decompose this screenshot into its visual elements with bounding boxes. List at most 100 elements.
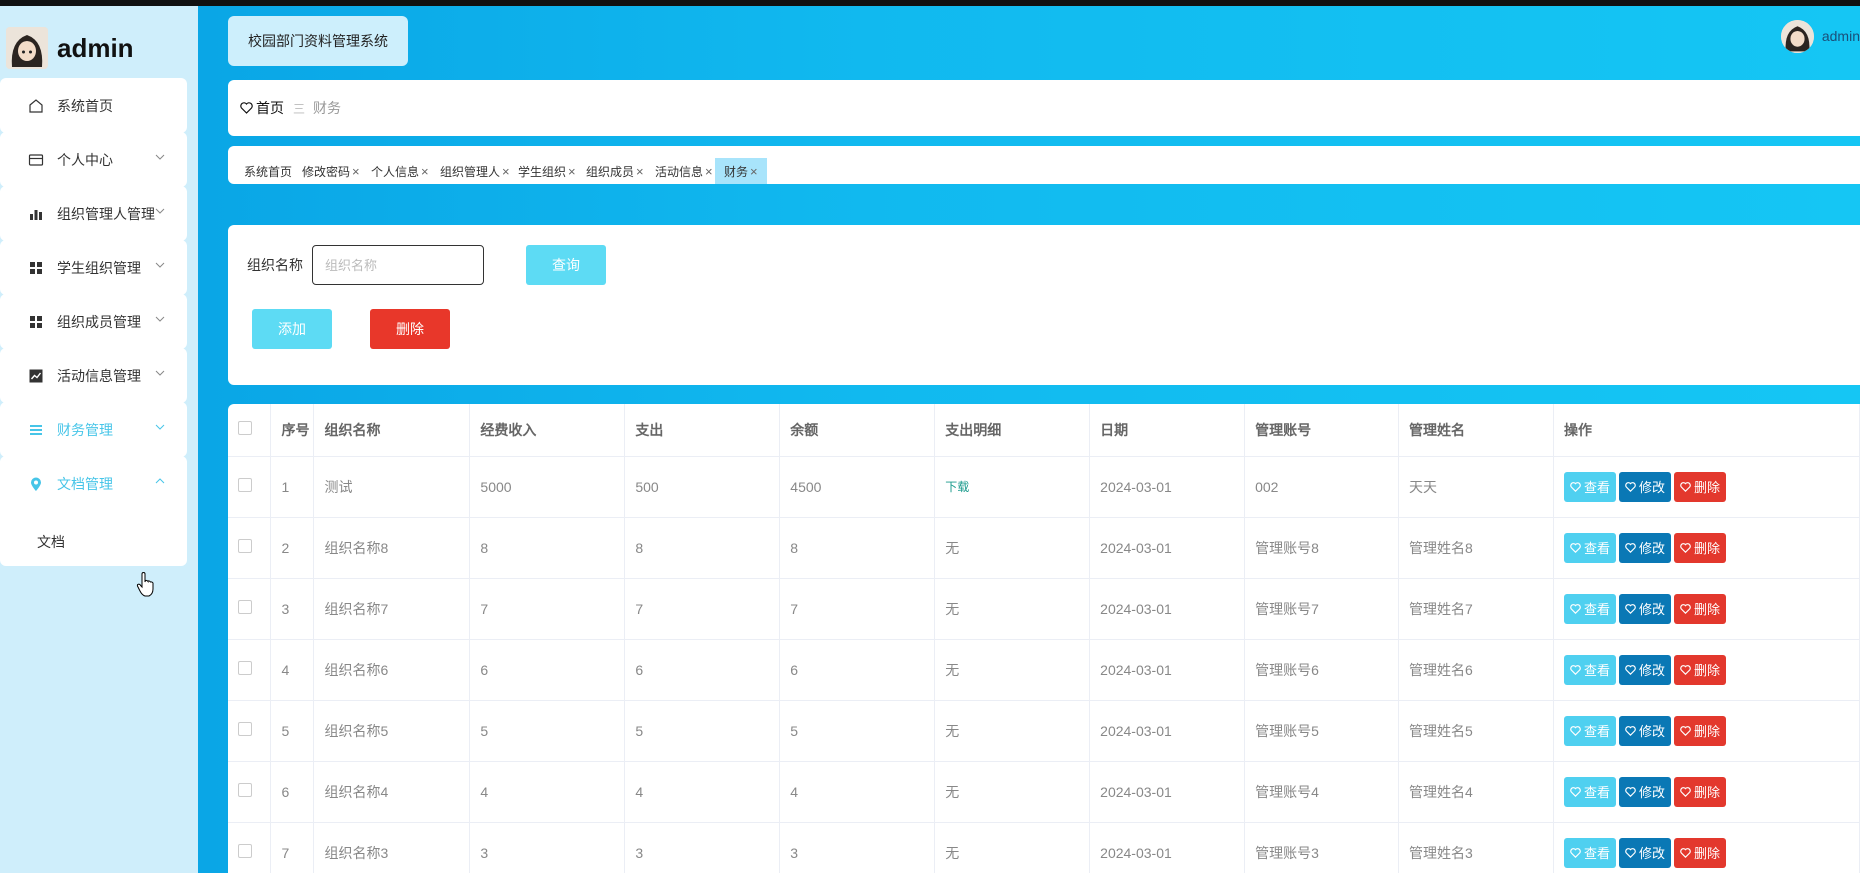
view-button[interactable]: 查看 (1563, 776, 1616, 807)
view-button[interactable]: 查看 (1563, 471, 1616, 502)
row-delete-button[interactable]: 删除 (1674, 471, 1727, 502)
sidebar-item-finance[interactable]: 财务管理 (0, 402, 187, 457)
table-row[interactable]: 5 组织名称5 5 5 5 无 2024-03-01 管理账号5 管理姓名5 查看 修改 删除 (228, 700, 1860, 762)
view-button[interactable]: 查看 (1563, 593, 1616, 624)
table-row[interactable]: 4 组织名称6 6 6 6 无 2024-03-01 管理账号6 管理姓名6 查看 修改 删除 (228, 639, 1860, 701)
search-panel: 组织名称 查询 添加 删除 (228, 225, 1860, 385)
row-delete-button[interactable]: 删除 (1674, 837, 1727, 868)
tab-activity-info[interactable]: 活动信息 × (655, 158, 713, 184)
row-checkbox[interactable] (238, 478, 252, 492)
sidebar-item-org-members[interactable]: 组织成员管理 (0, 294, 187, 349)
row-checkbox[interactable] (238, 722, 252, 736)
delete-label: 删除 (1694, 480, 1721, 495)
submenu-item-documents[interactable]: 文档 (37, 532, 65, 552)
row-delete-button[interactable]: 删除 (1674, 776, 1727, 807)
sidebar-group-documents: 文档管理 文档 (0, 456, 187, 566)
tab-personal-info[interactable]: 个人信息 × (371, 158, 429, 184)
close-icon[interactable]: × (636, 164, 644, 179)
edit-button[interactable]: 修改 (1619, 654, 1672, 685)
edit-button[interactable]: 修改 (1619, 532, 1672, 563)
tab-change-password[interactable]: 修改密码 × (302, 158, 360, 184)
row-select-cell[interactable] (228, 761, 272, 823)
table-row[interactable]: 1 测试 5000 500 4500 下载 2024-03-01 002 天天 查看 修改 删除 (228, 456, 1860, 518)
edit-label: 修改 (1639, 846, 1666, 861)
column-header: 管理姓名 (1398, 404, 1554, 457)
row-select-cell[interactable] (228, 700, 272, 762)
view-label: 查看 (1583, 480, 1610, 495)
column-header: 余额 (779, 404, 936, 457)
table-row[interactable]: 2 组织名称8 8 8 8 无 2024-03-01 管理账号8 管理姓名8 查看 修改 删除 (228, 517, 1860, 579)
view-button[interactable]: 查看 (1563, 654, 1616, 685)
close-icon[interactable]: × (705, 164, 713, 179)
sidebar-item-home[interactable]: 系统首页 (0, 78, 187, 133)
table-cell: 2024-03-01 (1089, 456, 1246, 518)
sidebar-item-label: 文档管理 (57, 475, 113, 492)
row-select-cell[interactable] (228, 456, 272, 518)
edit-button[interactable]: 修改 (1619, 593, 1672, 624)
sidebar-item-org-admin[interactable]: 组织管理人管理 (0, 186, 187, 241)
breadcrumb-current: 财务 (313, 100, 342, 116)
breadcrumb-home-label: 首页 (256, 100, 284, 116)
table-cell: 无 (934, 700, 1091, 762)
actions-cell: 查看 修改 删除 (1553, 822, 1860, 873)
heart-icon (1680, 664, 1691, 675)
close-icon[interactable]: × (568, 164, 576, 179)
sidebar-item-documents[interactable]: 文档管理 (0, 456, 187, 511)
close-icon[interactable]: × (421, 164, 429, 179)
tab-org-admin[interactable]: 组织管理人 × (440, 158, 510, 184)
table-row[interactable]: 7 组织名称3 3 3 3 无 2024-03-01 管理账号3 管理姓名3 查看 修改 删除 (228, 822, 1860, 873)
sidebar-item-activity-info[interactable]: 活动信息管理 (0, 348, 187, 403)
edit-label: 修改 (1639, 724, 1666, 739)
row-delete-button[interactable]: 删除 (1674, 654, 1727, 685)
delete-button[interactable]: 删除 (370, 309, 450, 349)
select-all-cell[interactable] (228, 404, 272, 457)
heart-icon (1570, 786, 1581, 797)
delete-label: 删除 (1694, 602, 1721, 617)
tab-finance[interactable]: 财务 × (715, 158, 767, 184)
row-checkbox[interactable] (238, 600, 252, 614)
query-button[interactable]: 查询 (526, 245, 606, 285)
download-link[interactable]: 下载 (945, 480, 969, 494)
search-input[interactable] (312, 245, 484, 285)
table-cell: 无 (934, 517, 1091, 579)
close-icon[interactable]: × (750, 164, 758, 179)
edit-button[interactable]: 修改 (1619, 715, 1672, 746)
row-select-cell[interactable] (228, 639, 272, 701)
delete-label: 删除 (1694, 785, 1721, 800)
view-button[interactable]: 查看 (1563, 715, 1616, 746)
edit-button[interactable]: 修改 (1619, 471, 1672, 502)
row-checkbox[interactable] (238, 783, 252, 797)
table-row[interactable]: 3 组织名称7 7 7 7 无 2024-03-01 管理账号7 管理姓名7 查看 修改 删除 (228, 578, 1860, 640)
row-delete-button[interactable]: 删除 (1674, 715, 1727, 746)
tab-student-org[interactable]: 学生组织 × (518, 158, 576, 184)
user-menu[interactable]: admin (1780, 18, 1860, 54)
close-icon[interactable]: × (502, 164, 510, 179)
row-delete-button[interactable]: 删除 (1674, 532, 1727, 563)
row-checkbox[interactable] (238, 844, 252, 858)
edit-button[interactable]: 修改 (1619, 776, 1672, 807)
sidebar-item-student-org[interactable]: 学生组织管理 (0, 240, 187, 295)
system-title: 校园部门资料管理系统 (228, 16, 408, 66)
edit-button[interactable]: 修改 (1619, 837, 1672, 868)
table-cell: 组织名称7 (313, 578, 471, 640)
select-all-checkbox[interactable] (238, 421, 252, 436)
close-icon[interactable]: × (352, 164, 360, 179)
tab-home[interactable]: 系统首页 (244, 158, 292, 184)
row-select-cell[interactable] (228, 517, 272, 579)
user-name: admin (1821, 28, 1860, 44)
row-delete-button[interactable]: 删除 (1674, 593, 1727, 624)
view-button[interactable]: 查看 (1563, 837, 1616, 868)
row-select-cell[interactable] (228, 822, 272, 873)
table-row[interactable]: 6 组织名称4 4 4 4 无 2024-03-01 管理账号4 管理姓名4 查看 修改 删除 (228, 761, 1860, 823)
view-button[interactable]: 查看 (1563, 532, 1616, 563)
sidebar-item-personal-center[interactable]: 个人中心 (0, 132, 187, 187)
heart-icon (1570, 542, 1581, 553)
sidebar-item-label: 系统首页 (57, 97, 113, 114)
add-button[interactable]: 添加 (252, 309, 332, 349)
row-checkbox[interactable] (238, 661, 252, 675)
table-cell: 2024-03-01 (1089, 517, 1246, 579)
tab-org-members[interactable]: 组织成员 × (586, 158, 644, 184)
row-checkbox[interactable] (238, 539, 252, 553)
row-select-cell[interactable] (228, 578, 272, 640)
breadcrumb-home[interactable]: 首页 (240, 98, 284, 118)
